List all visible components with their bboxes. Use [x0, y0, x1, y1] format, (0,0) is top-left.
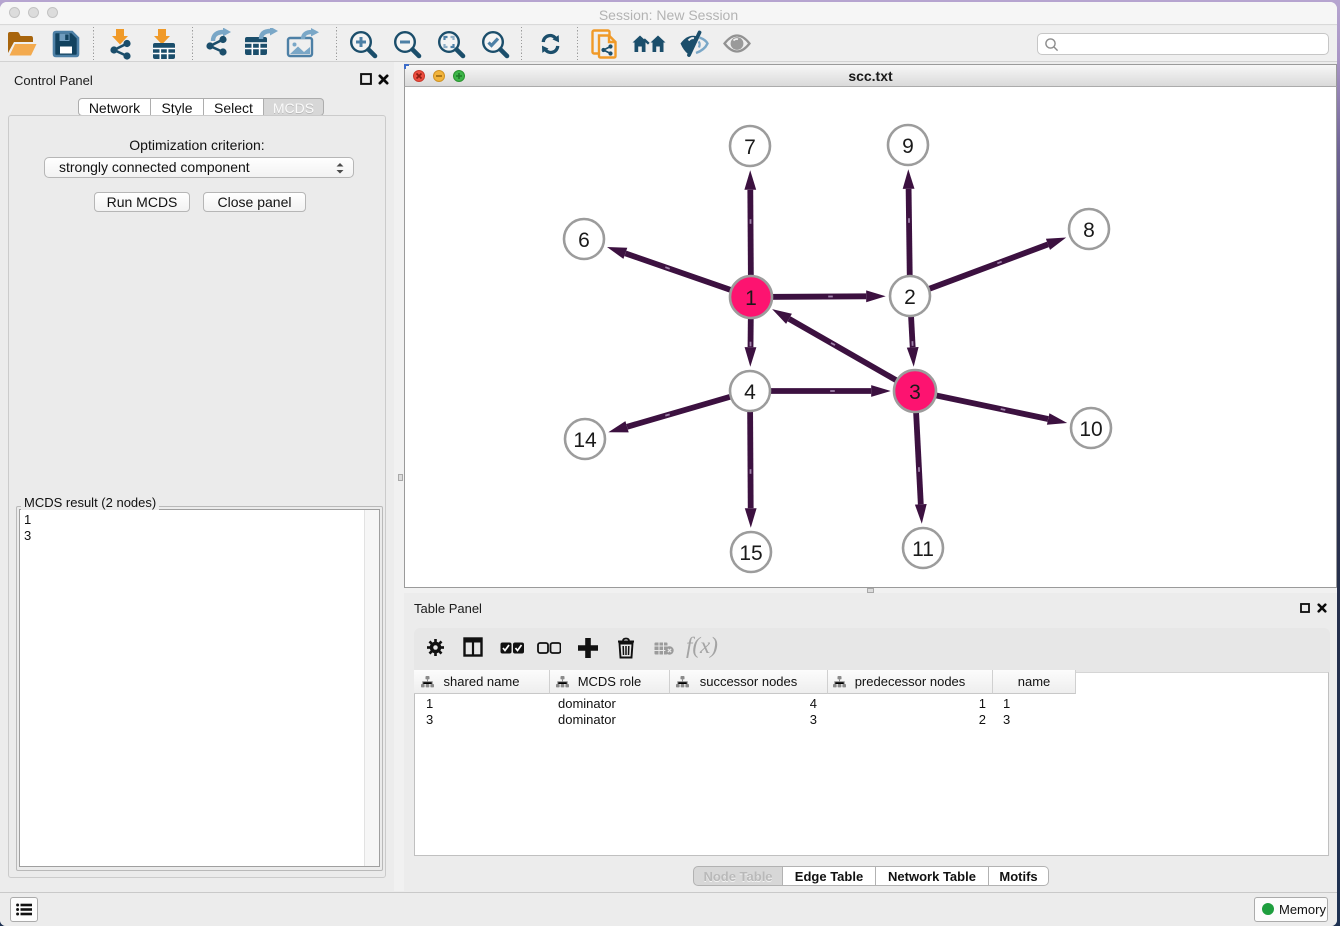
svg-text:8: 8 — [1083, 219, 1095, 242]
svg-text:4: 4 — [744, 381, 756, 404]
svg-text:7: 7 — [744, 136, 756, 159]
svg-text:11: 11 — [912, 538, 934, 561]
svg-text:2: 2 — [904, 286, 916, 309]
svg-text:6: 6 — [578, 229, 590, 252]
svg-text:9: 9 — [902, 135, 914, 158]
svg-text:14: 14 — [573, 429, 597, 452]
svg-text:3: 3 — [909, 381, 921, 404]
svg-text:10: 10 — [1079, 418, 1102, 441]
svg-text:1: 1 — [745, 287, 757, 310]
svg-text:15: 15 — [739, 542, 762, 565]
